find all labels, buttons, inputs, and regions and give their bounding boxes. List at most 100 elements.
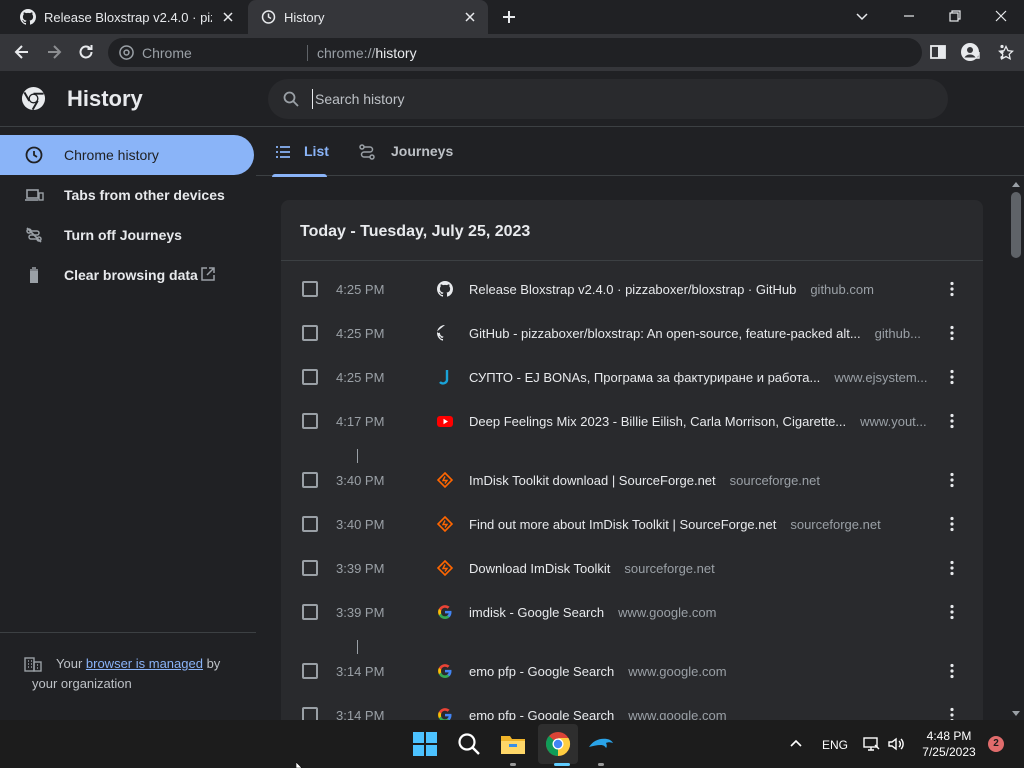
row-checkbox[interactable] [302,663,318,679]
clock-time: 4:48 PM [926,729,972,743]
clock-date: 7/25/2023 [922,745,976,759]
tab-list[interactable]: List [272,128,329,177]
chrome-taskbar-icon[interactable] [544,730,572,758]
restore-icon[interactable] [945,6,965,26]
omnibox-site-label: Chrome [142,45,192,61]
close-tab-icon[interactable] [462,9,478,25]
row-entry-link[interactable]: Download ImDisk Toolkit sourceforge.net [469,561,939,576]
side-panel-icon[interactable] [928,42,948,62]
row-checkbox[interactable] [302,560,318,576]
row-entry-link[interactable]: Find out more about ImDisk Toolkit | Sou… [469,517,939,532]
row-checkbox[interactable] [302,516,318,532]
row-entry-link[interactable]: emo pfp - Google Search www.google.com [469,664,939,679]
language-indicator[interactable]: ENG [822,738,848,752]
building-icon [24,656,42,672]
row-title: Deep Feelings Mix 2023 - Billie Eilish, … [469,414,847,429]
system-clock[interactable]: 4:48 PM 7/25/2023 [918,728,980,760]
history-row[interactable]: 3:40 PM Find out more about ImDisk Toolk… [281,503,983,547]
tab-search-chevron-icon[interactable] [852,6,872,26]
scroll-up-arrow-icon[interactable] [1012,182,1020,187]
windows-start-icon[interactable] [411,730,439,758]
history-row[interactable]: 4:25 PM GitHub - pizzaboxer/bloxstrap: A… [281,312,983,356]
row-title: Download ImDisk Toolkit [469,561,611,576]
history-row[interactable]: 4:25 PM Release Bloxstrap v2.4.0 · pizza… [281,268,983,312]
tray-chevron-up-icon[interactable] [789,737,803,751]
history-row[interactable]: 3:39 PM Download ImDisk Toolkit sourcefor… [281,547,983,591]
omnibox-url[interactable]: chrome://history [317,45,417,61]
forward-arrow-icon[interactable] [44,42,64,62]
row-checkbox[interactable] [302,369,318,385]
close-tab-icon[interactable] [220,9,236,25]
card-divider [281,260,983,261]
mouse-cursor-icon [296,762,304,768]
history-row[interactable]: 3:14 PM emo pfp - Google Search www.googl… [281,650,983,694]
volume-icon[interactable] [887,735,905,753]
address-bar[interactable]: Chrome chrome://history [108,38,1014,67]
minimize-icon[interactable] [899,6,919,26]
kebab-menu-icon[interactable] [992,42,1012,62]
google-icon [437,604,453,620]
more-actions-icon[interactable] [943,412,961,430]
scroll-down-arrow-icon[interactable] [1012,711,1020,716]
tab-title: History [284,10,325,25]
profile-avatar-icon[interactable] [960,42,980,62]
row-checkbox[interactable] [302,604,318,620]
dolphin-app-icon[interactable] [587,730,615,758]
row-title: Find out more about ImDisk Toolkit | Sou… [469,517,777,532]
external-link-icon [200,266,216,282]
row-domain: www.yout... [860,414,927,429]
sidebar-item-turn-off-journeys[interactable]: Turn off Journeys [0,215,254,255]
browser-managed-link[interactable]: browser is managed [86,656,203,671]
new-tab-icon[interactable] [499,7,519,27]
more-actions-icon[interactable] [943,280,961,298]
scrollbar-thumb[interactable] [1011,192,1021,258]
sidebar-item-tabs-from-other-devices[interactable]: Tabs from other devices [0,175,254,215]
page-scrollbar[interactable] [1008,178,1024,720]
file-explorer-icon[interactable] [499,730,527,758]
row-time: 4:17 PM [336,414,385,429]
history-row[interactable]: 4:17 PM Deep Feelings Mix 2023 - Billie … [281,400,983,444]
tab-journeys[interactable]: Journeys [344,128,464,176]
tab-strip: Release Bloxstrap v2.4.0 · pizzaboxer/bl… [0,0,1024,34]
row-entry-link[interactable]: GitHub - pizzaboxer/bloxstrap: An open-s… [469,326,939,341]
devices-icon [24,186,44,204]
row-entry-link[interactable]: Deep Feelings Mix 2023 - Billie Eilish, … [469,414,939,429]
more-actions-icon[interactable] [943,368,961,386]
row-checkbox[interactable] [302,325,318,341]
managed-line2: your organization [32,676,132,691]
history-row[interactable]: 3:39 PM imdisk - Google Search www.google… [281,591,983,635]
tab-history[interactable]: History [248,0,488,34]
tab-bloxstrap-release[interactable]: Release Bloxstrap v2.4.0 · pizzaboxer/bl… [8,0,246,34]
notification-badge[interactable]: 2 [988,736,1004,752]
back-arrow-icon[interactable] [12,42,32,62]
row-entry-link[interactable]: СУПТО - EJ BONAs, Програма за фактуриран… [469,370,939,385]
search-bar[interactable] [268,79,948,119]
list-icon [274,143,292,161]
more-actions-icon[interactable] [943,603,961,621]
more-actions-icon[interactable] [943,515,961,533]
sidebar-item-clear-browsing-data[interactable]: Clear browsing data [0,255,254,295]
more-actions-icon[interactable] [943,471,961,489]
active-tab-indicator [272,174,327,177]
reload-icon[interactable] [76,42,96,62]
search-icon[interactable] [455,730,483,758]
close-window-icon[interactable] [991,6,1011,26]
row-entry-link[interactable]: Release Bloxstrap v2.4.0 · pizzaboxer/bl… [469,282,939,297]
more-actions-icon[interactable] [943,559,961,577]
sourceforge-icon [437,472,453,488]
row-checkbox[interactable] [302,281,318,297]
search-input[interactable] [312,89,912,109]
more-actions-icon[interactable] [943,662,961,680]
network-icon[interactable] [862,735,880,753]
more-actions-icon[interactable] [943,324,961,342]
row-checkbox[interactable] [302,413,318,429]
row-entry-link[interactable]: ImDisk Toolkit download | SourceForge.ne… [469,473,939,488]
row-entry-link[interactable]: imdisk - Google Search www.google.com [469,605,939,620]
row-checkbox[interactable] [302,472,318,488]
row-domain: www.ejsystem... [834,370,928,385]
windows-taskbar: ENG 4:48 PM 7/25/2023 2 [0,720,1024,768]
search-icon [282,90,300,108]
sidebar-item-chrome-history[interactable]: Chrome history [0,135,254,175]
history-row[interactable]: 4:25 PM СУПТО - EJ BONAs, Програма за фа… [281,356,983,400]
history-row[interactable]: 3:40 PM ImDisk Toolkit download | Source… [281,459,983,503]
